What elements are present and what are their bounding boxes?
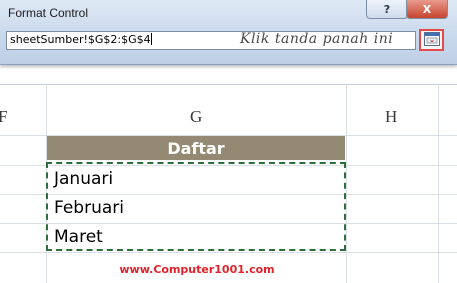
watermark-text: www.Computer1001.com [119, 263, 275, 276]
help-button[interactable]: ? [366, 0, 408, 19]
cell-item[interactable]: Januari [54, 169, 113, 189]
dialog-title: Format Control [8, 6, 89, 20]
column-header-h[interactable]: H [385, 107, 397, 127]
collapse-dialog-icon [423, 31, 440, 50]
column-header-f[interactable]: F [0, 107, 7, 127]
cell-header-daftar[interactable]: Daftar [47, 136, 345, 160]
gridline [346, 84, 347, 283]
cell-item[interactable]: Februari [54, 198, 124, 218]
annotation-text: Klik tanda panah ini [240, 31, 394, 47]
cell-item[interactable]: Maret [54, 227, 103, 247]
gridline [0, 252, 457, 253]
close-button[interactable]: X [406, 0, 448, 19]
collapse-dialog-button[interactable] [419, 29, 444, 51]
gridline [0, 84, 457, 85]
close-icon: X [422, 2, 432, 16]
column-header-g[interactable]: G [190, 107, 202, 127]
input-range-value: sheetSumber!$G$2:$G$4 [10, 33, 151, 46]
gridline [438, 84, 439, 283]
text-caret [150, 33, 152, 45]
format-control-dialog: Format Control ? X sheetSumber!$G$2:$G$4… [0, 0, 457, 65]
